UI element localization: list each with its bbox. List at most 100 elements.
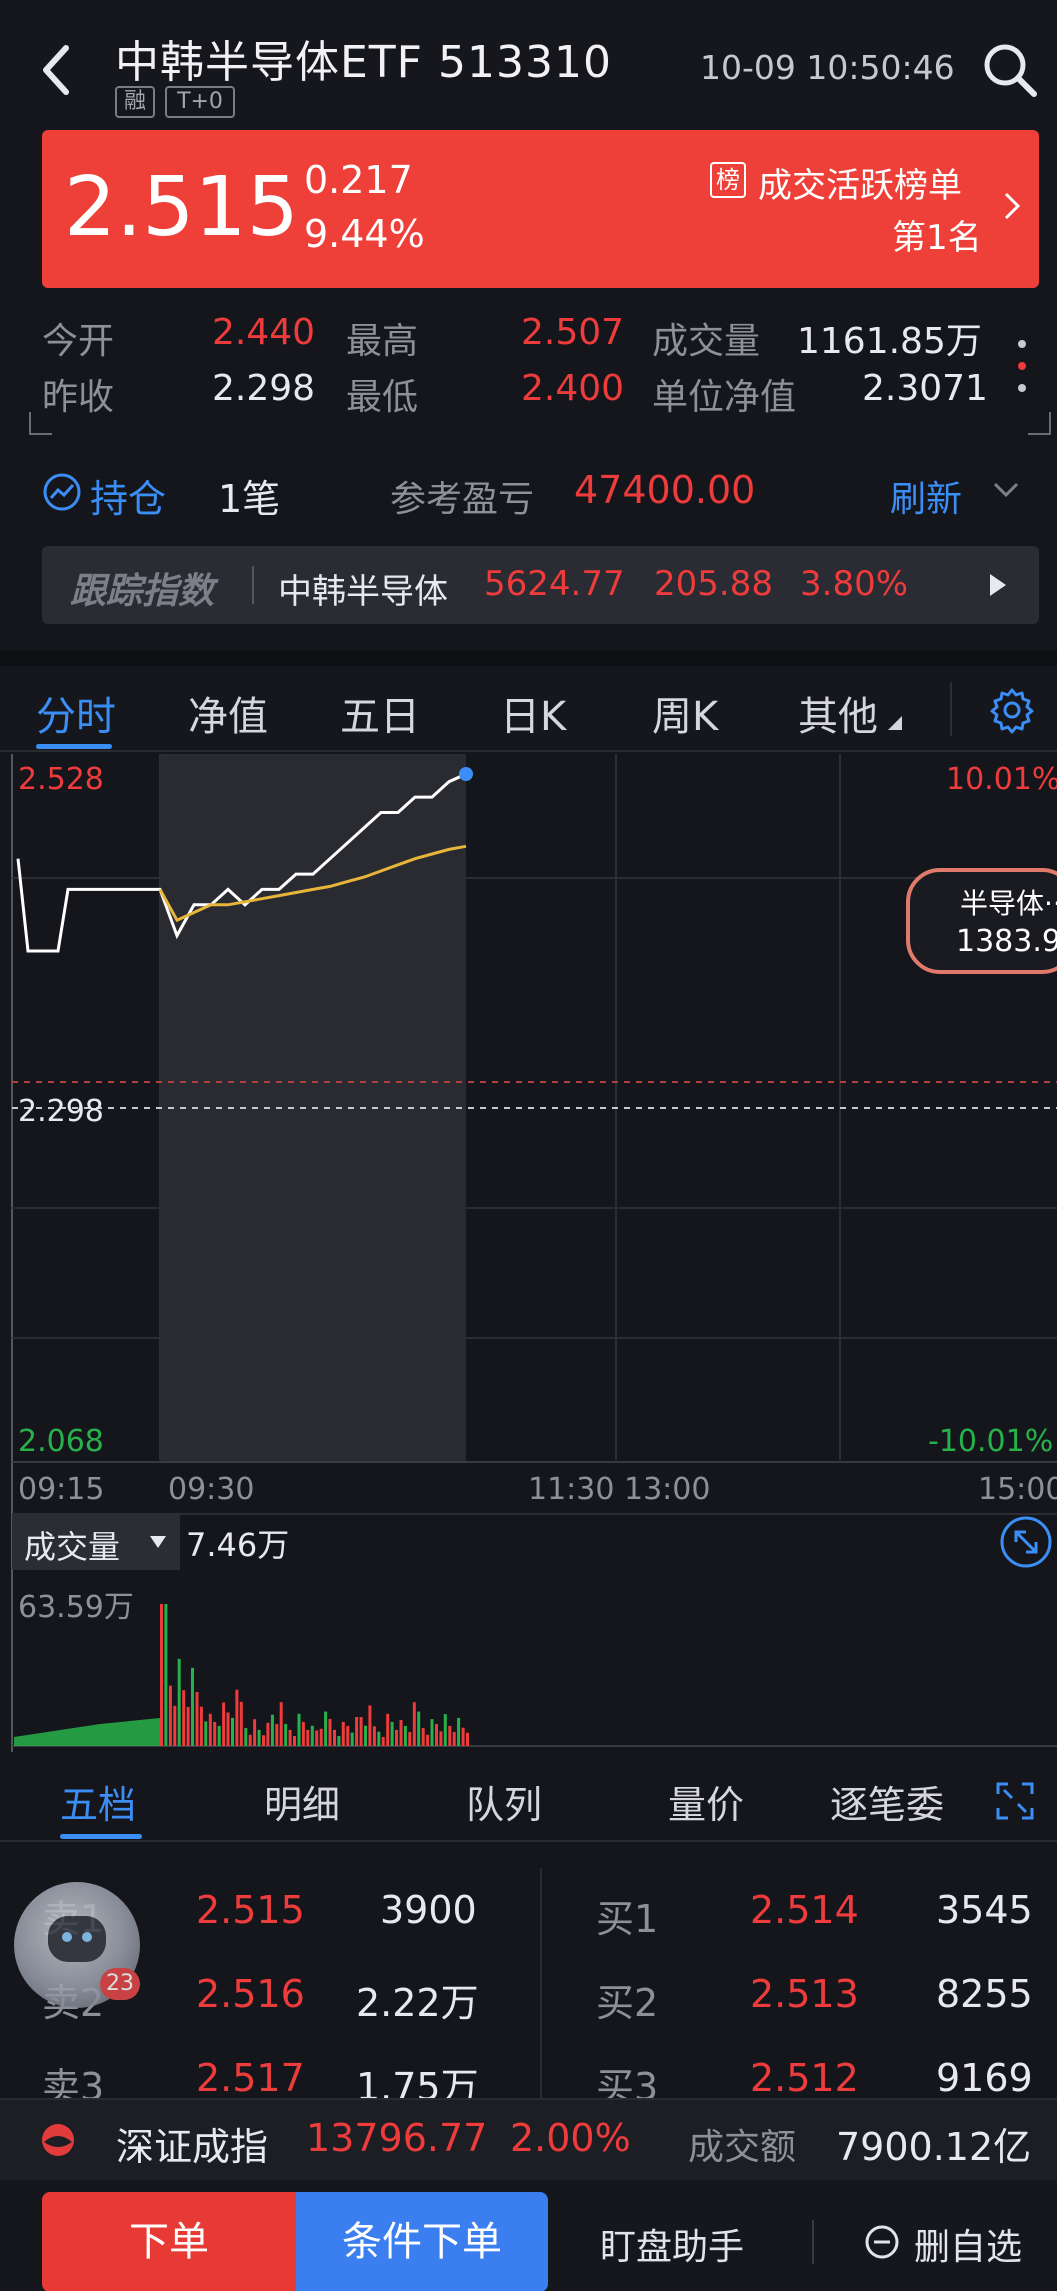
volume-bar-32 [301,1721,305,1746]
y-tick-mid: 2.298 [18,1094,104,1129]
high-value: 2.507 [521,312,625,353]
chart-tabs: 分时 净值 五日 日K 周K 其他 [0,666,1057,752]
volume-bar-15 [226,1712,230,1746]
volume-bar-0 [160,1604,163,1746]
volume-bar-58 [417,1711,421,1746]
intraday-chart[interactable]: 2.528 10.01% 2.298 2.068 -10.01% 09:15 0… [0,752,1057,1752]
sector-bubble-value: 1383.9 [956,924,1057,959]
tracking-index-value: 5624.77 [484,564,625,604]
conditional-order-button[interactable]: 条件下单 [296,2192,548,2291]
chevron-down-icon[interactable] [992,480,1020,500]
volume-bar-13 [217,1725,221,1746]
ask-3-price: 2.517 [196,2056,305,2100]
volume-bar-29 [288,1729,292,1746]
tracking-divider [252,566,254,604]
rank-value: 第1名 [892,218,982,258]
holdings-count: 1笔 [218,477,281,521]
last-price-dot [459,767,473,782]
volume-bar-50 [381,1737,385,1746]
tab-intraday[interactable]: 分时 [36,684,116,742]
remove-watchlist-button[interactable]: 删自选 [914,2218,1022,2270]
search-icon[interactable] [980,40,1040,100]
back-arrow-icon[interactable] [36,40,76,100]
x-tick-close: 15:00 [978,1472,1057,1507]
volume-bar-37 [324,1711,328,1746]
volume-bar-66 [452,1731,456,1746]
section-divider [0,650,1057,666]
order-button[interactable]: 下单 [42,2192,296,2291]
volume-bar-63 [439,1731,443,1746]
volume-bar-64 [443,1714,447,1746]
tab-nav[interactable]: 净值 [188,684,268,742]
high-label: 最高 [346,321,419,362]
t0-tag: T+0 [165,86,235,118]
settings-gear-icon[interactable] [988,686,1036,734]
tab-weekly-k[interactable]: 周K [652,684,718,742]
tab-queue[interactable]: 队列 [466,1774,542,1829]
volume-bar-25 [270,1714,274,1746]
turnover-value: 7900.12亿 [836,2125,1032,2169]
margin-tag: 融 [115,86,155,118]
volume-bar-40 [337,1736,341,1746]
rank-list-link[interactable]: 成交活跃榜单 [758,158,962,207]
volume-label: 成交量 [652,321,761,362]
tab-five-day[interactable]: 五日 [340,684,420,742]
monitor-assistant-button[interactable]: 盯盘助手 [600,2218,744,2270]
tab-five-levels[interactable]: 五档 [60,1774,136,1829]
open-value: 2.440 [212,312,316,353]
ask-2-volume: 2.22万 [356,1981,479,2025]
holdings-chart-icon [43,473,81,511]
index-value: 13796.77 [306,2116,488,2160]
tab-tick-orders[interactable]: 逐笔委 [830,1774,944,1829]
holdings-row: 持仓 1笔 参考盈亏 47400.00 刷新 [0,458,1057,528]
volume-bar-59 [421,1728,425,1746]
more-dots-icon[interactable] [1010,330,1034,410]
volume-selector[interactable]: 成交量 [12,1514,180,1570]
remove-circle-icon[interactable] [864,2224,900,2260]
volume-bar-21 [253,1719,257,1746]
volume-bar-4 [177,1658,181,1746]
sector-bubble-name: 半导体·· [960,887,1057,920]
turnover-label: 成交额 [688,2127,797,2168]
fullscreen-icon[interactable] [994,1780,1036,1822]
volume-bar-35 [315,1730,319,1746]
refresh-button[interactable]: 刷新 [890,470,962,522]
chevron-right-icon[interactable] [1000,188,1024,224]
volume-bar-65 [448,1725,452,1746]
expand-chart-icon[interactable] [998,1514,1054,1570]
volume-bar-57 [412,1702,416,1746]
volume-bar-6 [186,1706,190,1746]
corner-bracket-left-icon [29,412,52,435]
price-banner: 2.515 0.217 9.44% 榜 成交活跃榜单 第1名 [42,130,1039,288]
rank-badge: 榜 [710,162,746,198]
volume-value: 1161.85万 [797,321,982,362]
tracking-index-change-pct: 3.80% [800,564,909,604]
assistant-avatar[interactable]: 23 [14,1882,140,2008]
volume-bar-30 [293,1736,296,1746]
tab-daily-k[interactable]: 日K [500,684,566,742]
y-tick-pct-high: 10.01% [946,762,1057,797]
caret-down-icon [150,1536,166,1548]
action-bar: 下单 条件下单 盯盘助手 删自选 [0,2180,1057,2291]
volume-bar-34 [310,1725,314,1746]
tab-volume-price[interactable]: 量价 [668,1774,744,1829]
market-index-bar[interactable]: 深证成指 13796.77 2.00% 成交额 7900.12亿 [0,2098,1057,2180]
volume-bar-31 [297,1713,301,1746]
volume-bar-39 [333,1729,336,1746]
volume-bar-7 [191,1667,194,1746]
volume-bar-3 [173,1705,177,1746]
ask-1-volume: 3900 [380,1888,477,1932]
price-change-pct: 9.44% [304,212,425,256]
tab-other[interactable]: 其他 [798,684,878,742]
volume-bar-56 [408,1731,412,1746]
volume-bar-20 [248,1734,252,1746]
volume-bar-60 [426,1734,430,1746]
low-label: 最低 [346,377,419,418]
corner-bracket-right-icon [1028,412,1051,435]
volume-bar-41 [341,1721,345,1746]
sector-bubble[interactable]: 半导体·· 1383.9 [906,868,1057,974]
tab-details[interactable]: 明细 [264,1774,340,1829]
tracking-index-bar[interactable]: 跟踪指数 中韩半导体 5624.77 205.88 3.80% [42,546,1039,624]
volume-bar-23 [262,1735,265,1746]
holdings-label[interactable]: 持仓 [90,468,166,523]
